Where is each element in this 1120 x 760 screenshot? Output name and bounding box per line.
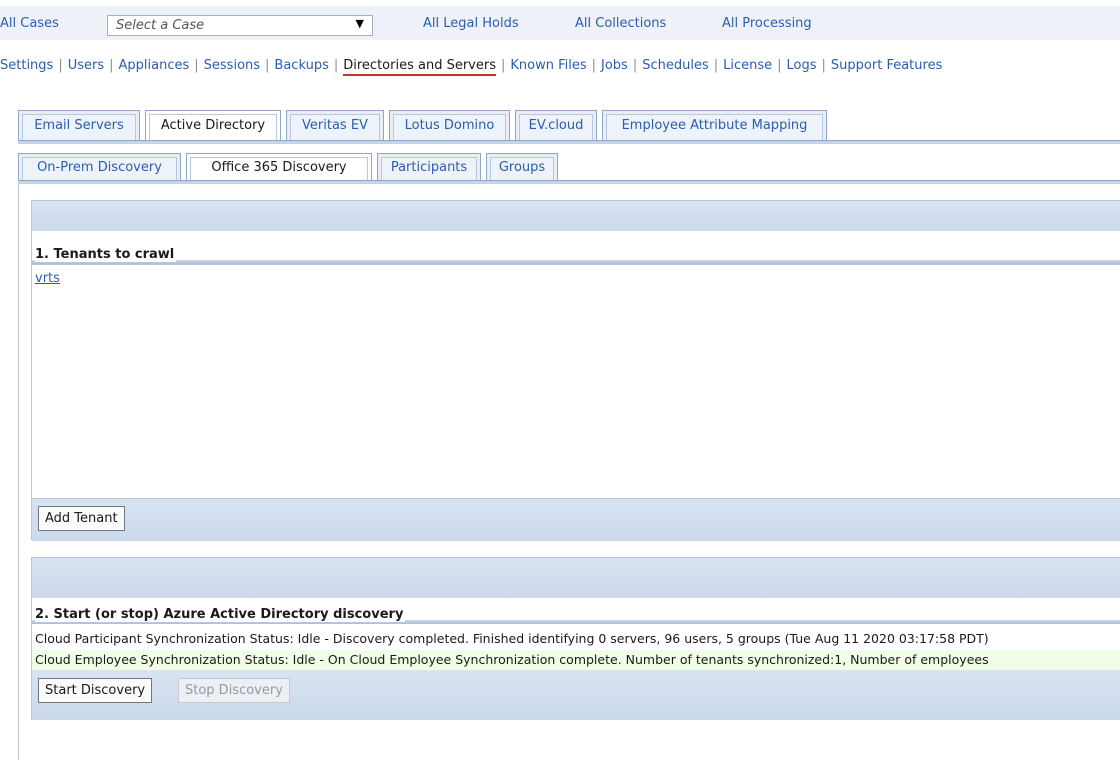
nav-settings[interactable]: Settings <box>0 58 53 73</box>
top-navigation-bar: All Cases Select a Case ▼ All Legal Hold… <box>0 6 1120 40</box>
main-tab-bar: Email Servers Active Directory Veritas E… <box>18 110 1120 141</box>
panel-header-band <box>32 558 1120 598</box>
divider <box>32 264 1120 265</box>
tab-active-directory[interactable]: Active Directory <box>145 110 281 140</box>
panel-footer-band <box>32 498 1120 541</box>
participant-sync-status: Cloud Participant Synchronization Status… <box>35 631 989 646</box>
case-select-dropdown[interactable]: Select a Case ▼ <box>107 15 373 36</box>
nav-appliances[interactable]: Appliances <box>119 58 190 73</box>
nav-separator: | <box>821 58 826 73</box>
tenants-section-title: 1. Tenants to crawl <box>32 245 1120 264</box>
tab-veritas-ev[interactable]: Veritas EV <box>286 110 384 140</box>
add-tenant-button[interactable]: Add Tenant <box>38 506 125 531</box>
settings-navigation: Settings | Users | Appliances | Sessions | Backu… <box>0 58 942 76</box>
tab-ev-cloud[interactable]: EV.cloud <box>515 110 597 140</box>
nav-separator: | <box>632 58 638 73</box>
tab-lotus-domino[interactable]: Lotus Domino <box>389 110 510 140</box>
chevron-down-icon: ▼ <box>355 17 364 30</box>
nav-separator: | <box>500 58 506 73</box>
nav-sessions[interactable]: Sessions <box>204 58 260 73</box>
tab-employee-attribute-mapping[interactable]: Employee Attribute Mapping <box>602 110 827 140</box>
nav-logs[interactable]: Logs <box>787 58 817 73</box>
nav-jobs[interactable]: Jobs <box>601 58 628 73</box>
nav-support-features[interactable]: Support Features <box>831 58 942 73</box>
employee-sync-status: Cloud Employee Synchronization Status: I… <box>32 650 1120 670</box>
all-legal-holds-link[interactable]: All Legal Holds <box>423 16 519 31</box>
nav-known-files[interactable]: Known Files <box>510 58 586 73</box>
nav-separator: | <box>265 58 270 73</box>
main-tab-underline <box>18 140 1120 144</box>
tenant-link-vrts[interactable]: vrts <box>35 271 60 286</box>
nav-schedules[interactable]: Schedules <box>642 58 709 73</box>
nav-backups[interactable]: Backups <box>274 58 328 73</box>
tab-email-servers[interactable]: Email Servers <box>18 110 140 140</box>
content-left-border <box>18 183 19 760</box>
tenants-panel: 1. Tenants to crawl vrts Add Tenant <box>31 200 1120 541</box>
nav-separator: | <box>109 58 114 73</box>
nav-separator: | <box>713 58 719 73</box>
all-collections-link[interactable]: All Collections <box>575 16 666 31</box>
start-discovery-button[interactable]: Start Discovery <box>38 678 153 703</box>
stop-discovery-button[interactable]: Stop Discovery <box>178 678 290 703</box>
nav-separator: | <box>591 58 597 73</box>
panel-header-band <box>32 201 1120 231</box>
tab-groups[interactable]: Groups <box>486 153 558 180</box>
nav-license[interactable]: License <box>723 58 772 73</box>
discovery-section-title: 2. Start (or stop) Azure Active Director… <box>32 605 1120 624</box>
tab-participants[interactable]: Participants <box>377 153 481 180</box>
nav-separator: | <box>333 58 339 73</box>
nav-separator: | <box>194 58 199 73</box>
discovery-panel: 2. Start (or stop) Azure Active Director… <box>31 557 1120 720</box>
tab-on-prem-discovery[interactable]: On-Prem Discovery <box>18 153 181 180</box>
tab-office-365-discovery[interactable]: Office 365 Discovery <box>186 153 372 180</box>
sub-tab-underline <box>18 180 1120 184</box>
nav-separator: | <box>58 58 63 73</box>
all-processing-link[interactable]: All Processing <box>722 16 812 31</box>
case-select-placeholder: Select a Case <box>116 18 205 33</box>
nav-users[interactable]: Users <box>68 58 104 73</box>
all-cases-link[interactable]: All Cases <box>0 16 59 31</box>
nav-separator: | <box>777 58 782 73</box>
nav-directories-and-servers[interactable]: Directories and Servers <box>343 58 496 76</box>
